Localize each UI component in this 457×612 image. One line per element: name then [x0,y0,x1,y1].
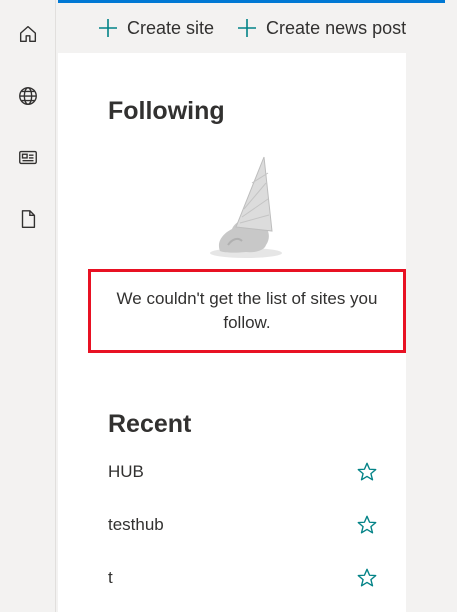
recent-site-item[interactable]: t [108,563,378,593]
globe-icon [19,87,37,105]
home-icon [19,25,37,43]
recent-site-item[interactable]: HUB [108,457,378,487]
recent-site-name: HUB [108,462,144,481]
star-follow-icon[interactable] [356,514,378,536]
error-message-box: We couldn't get the list of sites you fo… [88,269,406,353]
plus-icon [99,19,117,37]
create-news-post-button[interactable]: Create news post [236,8,406,48]
following-heading: Following [108,97,225,125]
document-icon [21,210,36,228]
star-follow-icon[interactable] [356,461,378,483]
main-panel: Following We couldn't get the list of si… [58,53,406,612]
recent-site-item[interactable]: testhub [108,510,378,540]
rail-home-button[interactable] [8,14,48,54]
recent-heading: Recent [108,410,192,438]
recent-site-name: t [108,568,113,587]
rail-news-button[interactable] [8,137,48,177]
command-bar: Create site Create news post [57,3,447,53]
rail-files-button[interactable] [8,199,48,239]
create-site-label: Create site [127,17,215,38]
star-follow-icon[interactable] [356,567,378,589]
news-icon [19,150,37,165]
recent-site-name: testhub [108,515,164,534]
rail-sites-button[interactable] [8,76,48,116]
left-nav-rail [0,0,56,612]
plus-icon [238,19,257,37]
create-site-button[interactable]: Create site [97,8,214,48]
create-news-post-label: Create news post [266,17,407,38]
dropped-ice-cream-illustration [210,156,282,258]
right-gutter [406,53,457,612]
error-message-text: We couldn't get the list of sites you fo… [116,289,378,332]
